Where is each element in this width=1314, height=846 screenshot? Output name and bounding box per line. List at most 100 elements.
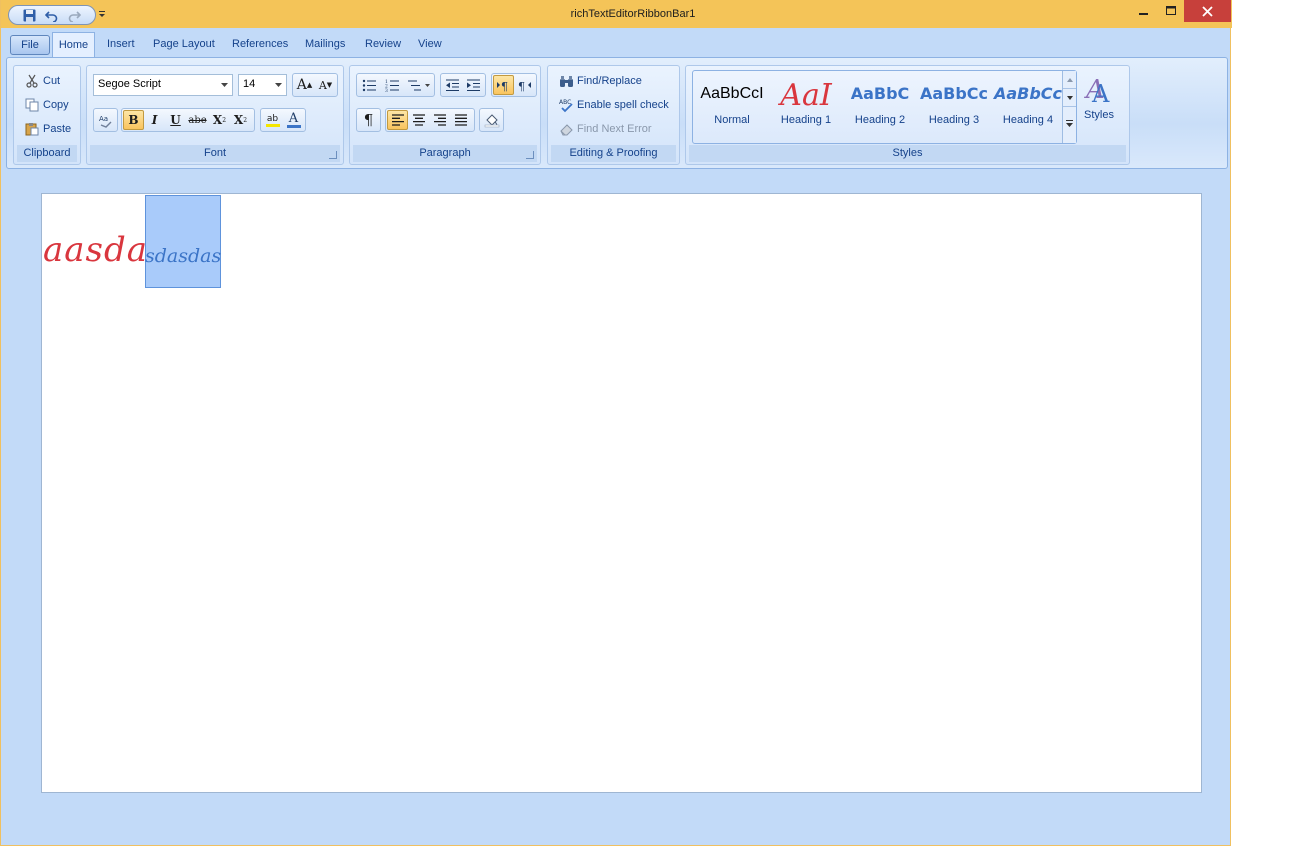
- document-text[interactable]: aasda: [43, 230, 148, 270]
- document-editor[interactable]: aasda sdasdas: [41, 193, 1202, 793]
- styles-icon: AA: [1084, 72, 1114, 108]
- tab-view[interactable]: View: [418, 33, 442, 55]
- superscript-button[interactable]: X2: [230, 110, 251, 130]
- binoculars-icon: [558, 73, 574, 89]
- strikethrough-icon: abe: [188, 114, 207, 126]
- increase-indent-button[interactable]: [463, 75, 484, 95]
- style-name: Heading 2: [854, 114, 906, 126]
- document-text-selected[interactable]: sdasdas: [145, 245, 221, 267]
- close-button[interactable]: [1184, 0, 1231, 22]
- chevron-down-icon[interactable]: [218, 78, 230, 92]
- multilevel-list-icon: [407, 80, 430, 90]
- alignment-buttons: [385, 108, 475, 132]
- indent-buttons: [440, 73, 486, 97]
- copy-button[interactable]: Copy: [24, 95, 69, 115]
- svg-text:¶: ¶: [501, 80, 508, 92]
- chevron-down-icon[interactable]: [1063, 89, 1076, 107]
- rtl-icon: ¶: [518, 80, 531, 92]
- font-family-value: Segoe Script: [98, 78, 161, 90]
- style-item-heading-1[interactable]: AaI Heading 1: [770, 74, 842, 140]
- tab-insert[interactable]: Insert: [107, 33, 135, 55]
- clear-formatting-button[interactable]: Aa: [95, 110, 116, 130]
- multilevel-list-button[interactable]: [404, 75, 433, 95]
- font-dialog-launcher-icon[interactable]: [329, 151, 337, 159]
- tab-home[interactable]: Home: [52, 32, 95, 58]
- spell-check-button[interactable]: ABC Enable spell check: [558, 95, 669, 115]
- ltr-icon: ¶: [497, 80, 508, 92]
- style-name: Heading 1: [780, 114, 832, 126]
- italic-button[interactable]: I: [144, 110, 165, 130]
- svg-text:A: A: [1091, 80, 1110, 104]
- grow-font-button[interactable]: A ▲: [294, 75, 315, 95]
- shrink-font-icon: A: [318, 78, 327, 92]
- minimize-button[interactable]: [1131, 0, 1157, 22]
- tab-file[interactable]: File: [10, 35, 50, 55]
- decrease-indent-button[interactable]: [442, 75, 463, 95]
- align-left-button[interactable]: [387, 110, 408, 130]
- font-size-value: 14: [243, 78, 256, 90]
- indent-icon: [467, 79, 480, 91]
- styles-button-label: Styles: [1084, 109, 1114, 121]
- clipboard-group: Cut Copy Paste Clipboard: [13, 65, 81, 165]
- bold-button[interactable]: B: [123, 110, 144, 130]
- numbered-list-icon: 123: [385, 79, 399, 92]
- text-style-buttons: B I U abe X2 X2: [121, 108, 255, 132]
- highlight-button[interactable]: ab: [262, 110, 283, 130]
- paste-button[interactable]: Paste: [24, 119, 71, 139]
- shading-button[interactable]: [481, 110, 502, 130]
- chevron-up-icon[interactable]: [1063, 71, 1076, 89]
- style-preview: AaI: [780, 78, 832, 113]
- tab-page-layout[interactable]: Page Layout: [153, 33, 215, 55]
- style-preview: AaBbC: [850, 84, 910, 103]
- font-size-combo[interactable]: 14: [238, 74, 287, 96]
- style-item-heading-3[interactable]: AaBbCc Heading 3: [918, 74, 990, 140]
- title-bar: richTextEditorRibbonBar1: [1, 0, 1232, 28]
- svg-text:ABC: ABC: [559, 99, 571, 106]
- underline-button[interactable]: U: [165, 110, 186, 130]
- align-center-button[interactable]: [408, 110, 429, 130]
- superscript-icon: X: [233, 113, 244, 127]
- paragraph-group: 123 ¶ ¶ ¶ Paragraph: [349, 65, 541, 165]
- bullets-button[interactable]: [358, 75, 381, 95]
- tab-review[interactable]: Review: [365, 33, 401, 55]
- paragraph-dialog-launcher-icon[interactable]: [526, 151, 534, 159]
- paint-bucket-icon: [484, 114, 499, 128]
- align-right-button[interactable]: [429, 110, 450, 130]
- subscript-icon: X: [212, 113, 223, 127]
- find-replace-button[interactable]: Find/Replace: [558, 71, 642, 91]
- shrink-font-button[interactable]: A ▼: [315, 75, 336, 95]
- numbering-button[interactable]: 123: [381, 75, 404, 95]
- scissors-icon: [24, 73, 40, 89]
- styles-button[interactable]: AA Styles: [1084, 72, 1114, 122]
- left-to-right-button[interactable]: ¶: [493, 75, 514, 95]
- find-next-error-button[interactable]: Find Next Error: [558, 119, 652, 139]
- bullet-list-icon: [362, 79, 376, 91]
- style-item-normal[interactable]: AaBbCcI Normal: [696, 74, 768, 140]
- align-right-icon: [433, 114, 446, 126]
- font-family-combo[interactable]: Segoe Script: [93, 74, 233, 96]
- editing-proofing-group: Find/Replace ABC Enable spell check Find…: [547, 65, 680, 165]
- maximize-button[interactable]: [1158, 0, 1184, 22]
- font-color-button[interactable]: A: [283, 110, 304, 130]
- styles-gallery-scrollbar[interactable]: [1062, 71, 1076, 143]
- tab-references[interactable]: References: [232, 33, 288, 55]
- svg-text:3: 3: [385, 88, 388, 92]
- more-styles-icon[interactable]: [1063, 107, 1076, 141]
- subscript-button[interactable]: X2: [209, 110, 230, 130]
- style-item-heading-2[interactable]: AaBbC Heading 2: [844, 74, 916, 140]
- tab-mailings[interactable]: Mailings: [305, 33, 345, 55]
- style-item-heading-4[interactable]: AaBbCc Heading 4: [992, 74, 1064, 140]
- find-next-error-label: Find Next Error: [577, 123, 652, 135]
- font-group: Segoe Script 14 A ▲ A ▼ Aa B I U abe X 2…: [86, 65, 344, 165]
- clipboard-group-label: Clipboard: [17, 145, 77, 162]
- cut-button[interactable]: Cut: [24, 71, 60, 91]
- strikethrough-button[interactable]: abe: [186, 110, 209, 130]
- show-formatting-marks-button[interactable]: ¶: [358, 110, 379, 130]
- color-buttons: ab A: [260, 108, 306, 132]
- clear-format-icon: Aa: [99, 115, 112, 128]
- justify-button[interactable]: [450, 110, 471, 130]
- list-buttons: 123: [356, 73, 435, 97]
- style-name: Heading 4: [1002, 114, 1054, 126]
- chevron-down-icon[interactable]: [272, 78, 284, 92]
- right-to-left-button[interactable]: ¶: [514, 75, 535, 95]
